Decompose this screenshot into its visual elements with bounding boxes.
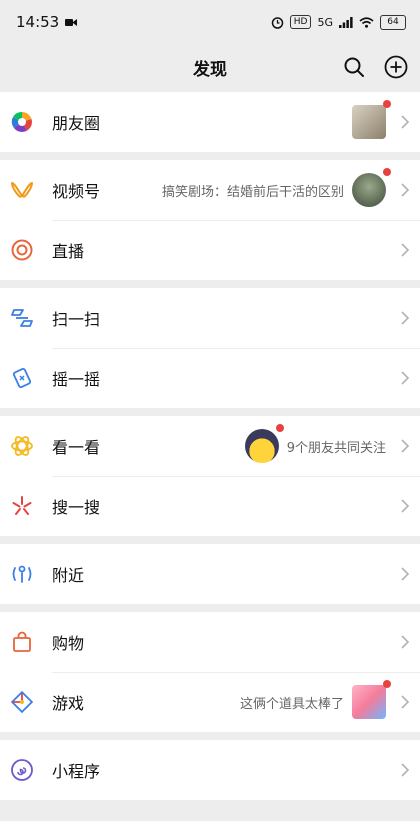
discover-list: 朋友圈 视频号 搞笑剧场：结婚前后干活的区别 直播 扫一扫 摇一摇 看一看 9个…: [0, 92, 420, 808]
chevron-right-icon: [398, 499, 412, 513]
chevron-right-icon: [398, 371, 412, 385]
row-nearby[interactable]: 附近: [0, 544, 420, 604]
signal-5g: 5G: [317, 15, 333, 29]
search-icon: [344, 57, 364, 77]
moments-thumbnail: [352, 100, 391, 139]
group-mini-programs: 小程序: [0, 740, 420, 800]
chevron-right-icon: [398, 567, 412, 581]
top-bar: 发现: [0, 44, 420, 90]
chevron-right-icon: [398, 695, 412, 709]
video-camera-icon: [65, 18, 78, 26]
row-shake[interactable]: 摇一摇: [0, 348, 420, 408]
label-moments: 朋友圈: [52, 114, 101, 133]
label-mini-programs: 小程序: [52, 762, 101, 781]
mini-programs-icon: [10, 758, 34, 782]
notification-dot: [383, 680, 391, 688]
plus-circle-icon: [384, 55, 408, 79]
shake-icon: [10, 366, 34, 390]
status-bar: 14:53 HD 5G 64: [0, 0, 420, 44]
label-scan: 扫一扫: [52, 310, 101, 329]
channels-thumbnail: [352, 168, 391, 207]
label-top-stories: 看一看: [52, 438, 101, 457]
nearby-icon: [10, 562, 34, 586]
label-live: 直播: [52, 242, 85, 261]
label-games: 游戏: [52, 694, 85, 713]
chevron-right-icon: [398, 243, 412, 257]
chevron-right-icon: [398, 115, 412, 129]
chevron-right-icon: [398, 183, 412, 197]
label-channels: 视频号: [52, 182, 101, 201]
hd-badge: HD: [289, 15, 312, 29]
group-moments: 朋友圈: [0, 92, 420, 152]
row-live[interactable]: 直播: [0, 220, 420, 280]
search-button[interactable]: [340, 53, 368, 81]
shopping-bag-icon: [10, 630, 34, 654]
signal-bars-icon: [339, 16, 353, 28]
notification-dot: [383, 168, 391, 176]
label-shake: 摇一摇: [52, 370, 101, 389]
group-scan-shake: 扫一扫 摇一摇: [0, 288, 420, 408]
chevron-right-icon: [398, 311, 412, 325]
group-nearby: 附近: [0, 544, 420, 604]
chevron-right-icon: [398, 635, 412, 649]
channels-icon: [10, 178, 34, 202]
group-channels: 视频号 搞笑剧场：结婚前后干活的区别 直播: [0, 160, 420, 280]
label-nearby: 附近: [52, 566, 85, 585]
row-scan[interactable]: 扫一扫: [0, 288, 420, 348]
wifi-icon: [359, 16, 374, 28]
row-mini-programs[interactable]: 小程序: [0, 740, 420, 800]
group-top-search: 看一看 9个朋友共同关注 搜一搜: [0, 416, 420, 536]
row-shop[interactable]: 购物: [0, 612, 420, 672]
games-icon: [10, 690, 34, 714]
moments-icon: [10, 110, 34, 134]
row-search[interactable]: 搜一搜: [0, 476, 420, 536]
page-title: 发现: [193, 59, 227, 80]
label-shop: 购物: [52, 634, 85, 653]
row-games[interactable]: 游戏 这俩个道具太棒了: [0, 672, 420, 732]
games-hint: 这俩个道具太棒了: [239, 696, 344, 712]
channels-hint: 搞笑剧场：结婚前后干活的区别: [161, 184, 344, 200]
add-button[interactable]: [382, 53, 410, 81]
live-icon: [10, 238, 34, 262]
row-top-stories[interactable]: 看一看 9个朋友共同关注: [0, 416, 420, 476]
chevron-right-icon: [398, 439, 412, 453]
status-time: 14:53: [16, 13, 60, 31]
top-stories-thumbnail: [244, 424, 284, 463]
row-moments[interactable]: 朋友圈: [0, 92, 420, 152]
notification-dot: [383, 100, 391, 108]
scan-icon: [10, 306, 34, 330]
row-channels[interactable]: 视频号 搞笑剧场：结婚前后干活的区别: [0, 160, 420, 220]
battery-indicator: 64: [380, 14, 406, 30]
notification-dot: [275, 424, 284, 432]
alarm-icon: [271, 16, 284, 29]
games-thumbnail: [352, 680, 391, 719]
top-stories-hint: 9个朋友共同关注: [286, 440, 386, 456]
search-feature-icon: [10, 494, 34, 518]
group-shop-games: 购物 游戏 这俩个道具太棒了: [0, 612, 420, 732]
label-search: 搜一搜: [52, 498, 101, 517]
chevron-right-icon: [398, 763, 412, 777]
top-stories-icon: [10, 434, 34, 458]
